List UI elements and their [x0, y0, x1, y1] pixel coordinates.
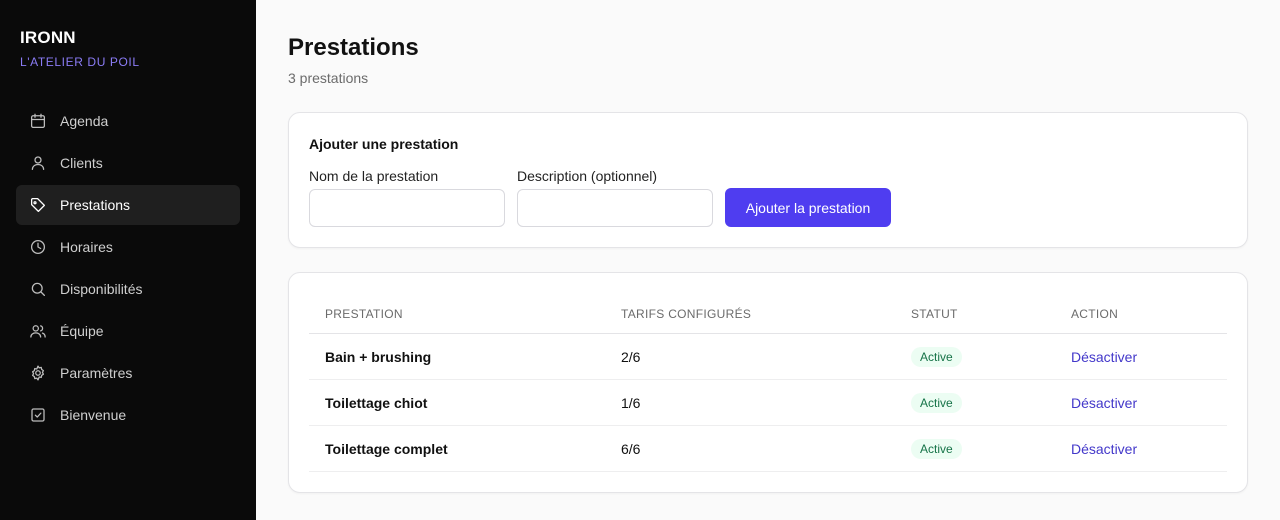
deactivate-link[interactable]: Désactiver — [1071, 349, 1137, 365]
sidebar-item-label: Horaires — [60, 239, 113, 255]
prestation-tariffs: 6/6 — [621, 440, 641, 457]
table-row: Bain + brushing 2/6 Active Désactiver — [309, 334, 1227, 380]
users-icon — [28, 321, 48, 341]
add-prestation-card: Ajouter une prestation Nom de la prestat… — [288, 112, 1248, 248]
status-badge: Active — [911, 438, 962, 459]
brand-subtitle: L'ATELIER DU POIL — [20, 55, 140, 69]
tag-icon — [28, 195, 48, 215]
sidebar-item-prestations[interactable]: Prestations — [16, 185, 240, 225]
prestations-table: PRESTATION TARIFS CONFIGURÉS STATUT ACTI… — [309, 293, 1227, 472]
description-input[interactable] — [517, 189, 713, 227]
brand-name: IRONN — [20, 28, 76, 47]
status-badge: Active — [911, 346, 962, 367]
name-field-label: Nom de la prestation — [309, 168, 439, 184]
sidebar-item-label: Prestations — [60, 197, 131, 213]
table-header: PRESTATION TARIFS CONFIGURÉS STATUT ACTI… — [309, 293, 1227, 334]
column-header-action: ACTION — [1071, 307, 1119, 321]
clock-icon — [28, 237, 48, 257]
sidebar-item-equipe[interactable]: Équipe — [16, 311, 240, 351]
column-header-statut: STATUT — [911, 307, 958, 321]
sidebar-item-agenda[interactable]: Agenda — [16, 101, 240, 141]
sidebar-nav: Agenda Clients Prestations Horaires Disp… — [16, 101, 240, 437]
prestation-name: Toilettage chiot — [325, 394, 428, 411]
sidebar-item-label: Équipe — [60, 323, 104, 339]
prestation-name: Bain + brushing — [325, 348, 432, 365]
prestation-tariffs: 1/6 — [621, 394, 641, 411]
name-input[interactable] — [309, 189, 505, 227]
sidebar-item-horaires[interactable]: Horaires — [16, 227, 240, 267]
table-row: Toilettage complet 6/6 Active Désactiver — [309, 426, 1227, 472]
sidebar-item-label: Disponibilités — [60, 281, 143, 297]
add-prestation-title: Ajouter une prestation — [309, 136, 459, 152]
prestation-tariffs: 2/6 — [621, 348, 641, 365]
sidebar-item-label: Bienvenue — [60, 407, 127, 423]
add-prestation-button[interactable]: Ajouter la prestation — [725, 188, 891, 227]
column-header-prestation: PRESTATION — [325, 307, 403, 321]
table-row: Toilettage chiot 1/6 Active Désactiver — [309, 380, 1227, 426]
column-header-tarifs: TARIFS CONFIGURÉS — [621, 307, 752, 321]
sidebar-item-label: Paramètres — [60, 365, 133, 381]
gear-icon — [28, 363, 48, 383]
sidebar-item-bienvenue[interactable]: Bienvenue — [16, 395, 240, 435]
prestations-table-card: PRESTATION TARIFS CONFIGURÉS STATUT ACTI… — [288, 272, 1248, 493]
prestation-name: Toilettage complet — [325, 440, 448, 457]
prestations-count: 3 prestations — [288, 70, 369, 86]
search-icon — [28, 279, 48, 299]
status-badge: Active — [911, 392, 962, 413]
deactivate-link[interactable]: Désactiver — [1071, 395, 1137, 411]
calendar-icon — [28, 111, 48, 131]
sidebar: IRONN L'ATELIER DU POIL Agenda Clients P… — [0, 0, 256, 520]
page-title: Prestations — [288, 34, 419, 61]
sidebar-item-clients[interactable]: Clients — [16, 143, 240, 183]
sidebar-item-disponibilites[interactable]: Disponibilités — [16, 269, 240, 309]
deactivate-link[interactable]: Désactiver — [1071, 441, 1137, 457]
sidebar-item-label: Clients — [60, 155, 103, 171]
sidebar-item-label: Agenda — [60, 113, 109, 129]
sidebar-item-parametres[interactable]: Paramètres — [16, 353, 240, 393]
description-field-label: Description (optionnel) — [517, 168, 658, 184]
user-icon — [28, 153, 48, 173]
checkbox-icon — [28, 405, 48, 425]
